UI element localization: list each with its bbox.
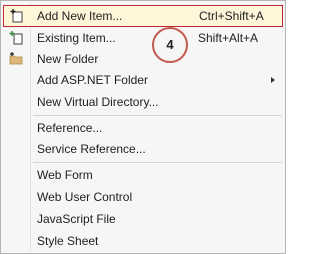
menu-item-add-new-item[interactable]: Add New Item... Ctrl+Shift+A (3, 5, 283, 27)
menu-separator (33, 115, 282, 116)
menu-item-reference[interactable]: Reference... (3, 118, 283, 138)
menu-item-label: Web User Control (37, 190, 133, 204)
menu-item-label: Service Reference... (37, 142, 146, 156)
menu-separator (33, 162, 282, 163)
menu-item-new-folder[interactable]: New Folder (3, 49, 283, 69)
new-folder-icon (9, 52, 23, 65)
menu-item-javascript-file[interactable]: JavaScript File (3, 209, 283, 229)
menu-item-label: Existing Item... (37, 31, 116, 45)
shortcut-label: Ctrl+Shift+A (199, 9, 264, 23)
context-menu: Add New Item... Ctrl+Shift+A Existing It… (0, 0, 286, 254)
menu-item-label: Web Form (37, 168, 93, 182)
menu-item-label: Add ASP.NET Folder (37, 73, 148, 87)
menu-item-new-virtual-directory[interactable]: New Virtual Directory... (3, 92, 283, 112)
menu-item-label: New Virtual Directory... (37, 95, 159, 109)
menu-item-existing-item[interactable]: Existing Item... Shift+Alt+A (3, 28, 283, 48)
add-new-item-icon (10, 9, 23, 23)
menu-item-label: New Folder (37, 52, 99, 66)
add-existing-item-icon (9, 31, 23, 45)
menu-item-web-user-control[interactable]: Web User Control (3, 187, 283, 207)
menu-item-add-aspnet-folder[interactable]: Add ASP.NET Folder (3, 70, 283, 90)
menu-item-label: Reference... (37, 121, 103, 135)
submenu-arrow-icon (271, 77, 275, 83)
menu-item-style-sheet[interactable]: Style Sheet (3, 231, 283, 251)
shortcut-label: Shift+Alt+A (198, 31, 259, 45)
menu-item-label: Add New Item... (37, 9, 123, 23)
step-annotation-badge: 4 (152, 27, 188, 63)
menu-item-web-form[interactable]: Web Form (3, 165, 283, 185)
menu-item-service-reference[interactable]: Service Reference... (3, 139, 283, 159)
menu-item-label: JavaScript File (37, 212, 116, 226)
menu-item-label: Style Sheet (37, 234, 99, 248)
